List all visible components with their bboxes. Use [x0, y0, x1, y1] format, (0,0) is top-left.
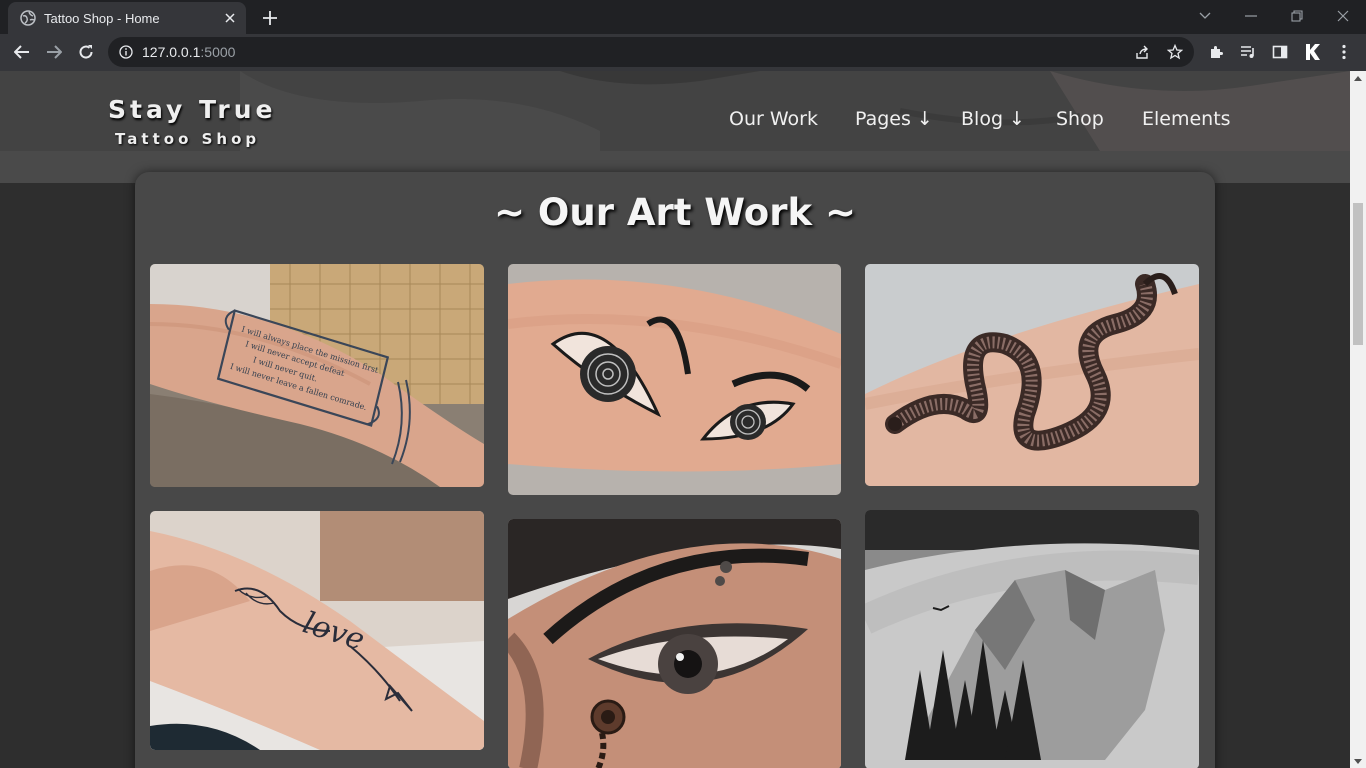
- page-scrollbar[interactable]: [1350, 71, 1366, 768]
- browser-tab[interactable]: Tattoo Shop - Home: [8, 2, 246, 34]
- media-queue-icon[interactable]: [1234, 38, 1262, 66]
- gallery-image-scroll-text-tattoo[interactable]: I will always place the mission first I …: [150, 264, 484, 487]
- scroll-down-arrow-icon[interactable]: [1350, 754, 1366, 768]
- site-logo-title[interactable]: Stay True: [108, 95, 276, 124]
- restore-icon[interactable]: [1274, 4, 1320, 28]
- header-banner: Stay True Tattoo Shop Our Work Pages ↓ B…: [0, 71, 1350, 151]
- address-bar[interactable]: 127.0.0.1:5000: [108, 37, 1194, 67]
- menu-kebab-icon[interactable]: [1330, 38, 1358, 66]
- gallery-image-snake-tattoo[interactable]: [865, 264, 1199, 486]
- tab-search-icon[interactable]: [1182, 4, 1228, 28]
- url-host: 127.0.0.1: [142, 44, 201, 60]
- site-logo-subtitle[interactable]: Tattoo Shop: [115, 130, 260, 148]
- browser-tab-strip: Tattoo Shop - Home: [0, 0, 1366, 34]
- page-viewport: Stay True Tattoo Shop Our Work Pages ↓ B…: [0, 71, 1350, 768]
- extensions-puzzle-icon[interactable]: [1202, 38, 1230, 66]
- scroll-up-arrow-icon[interactable]: [1350, 71, 1366, 85]
- gallery-image-realistic-eye-tattoo[interactable]: [508, 519, 841, 768]
- forward-arrow-icon[interactable]: [40, 38, 68, 66]
- gallery-image-mountain-forest-tattoo[interactable]: [865, 510, 1199, 768]
- gallery-image-spiral-eyes-tattoo[interactable]: [508, 264, 841, 495]
- minimize-icon[interactable]: [1228, 4, 1274, 28]
- art-work-section: ~ Our Art Work ~ I will always place the…: [135, 172, 1215, 768]
- bookmark-star-icon[interactable]: [1162, 39, 1188, 65]
- nav-shop[interactable]: Shop: [1056, 108, 1104, 130]
- gallery-image-love-arrow-tattoo[interactable]: love: [150, 511, 484, 750]
- url-text: 127.0.0.1:5000: [142, 44, 235, 60]
- scrollbar-thumb[interactable]: [1353, 203, 1363, 345]
- nav-elements[interactable]: Elements: [1142, 108, 1231, 130]
- tab-title: Tattoo Shop - Home: [44, 10, 160, 26]
- section-title: ~ Our Art Work ~: [494, 191, 856, 234]
- new-tab-icon[interactable]: [258, 6, 282, 30]
- url-port: :5000: [200, 44, 236, 60]
- globe-icon: [20, 10, 36, 26]
- share-icon[interactable]: [1130, 39, 1156, 65]
- side-panel-icon[interactable]: [1266, 38, 1294, 66]
- close-tab-icon[interactable]: [220, 8, 240, 28]
- close-window-icon[interactable]: [1320, 4, 1366, 28]
- nav-blog[interactable]: Blog ↓: [961, 108, 1025, 130]
- k-extension-icon[interactable]: [1298, 38, 1326, 66]
- site-info-icon[interactable]: [118, 44, 134, 60]
- back-arrow-icon[interactable]: [8, 38, 36, 66]
- reload-icon[interactable]: [72, 38, 100, 66]
- nav-pages[interactable]: Pages ↓: [855, 108, 933, 130]
- browser-toolbar: 127.0.0.1:5000: [0, 34, 1366, 71]
- nav-our-work[interactable]: Our Work: [729, 108, 818, 130]
